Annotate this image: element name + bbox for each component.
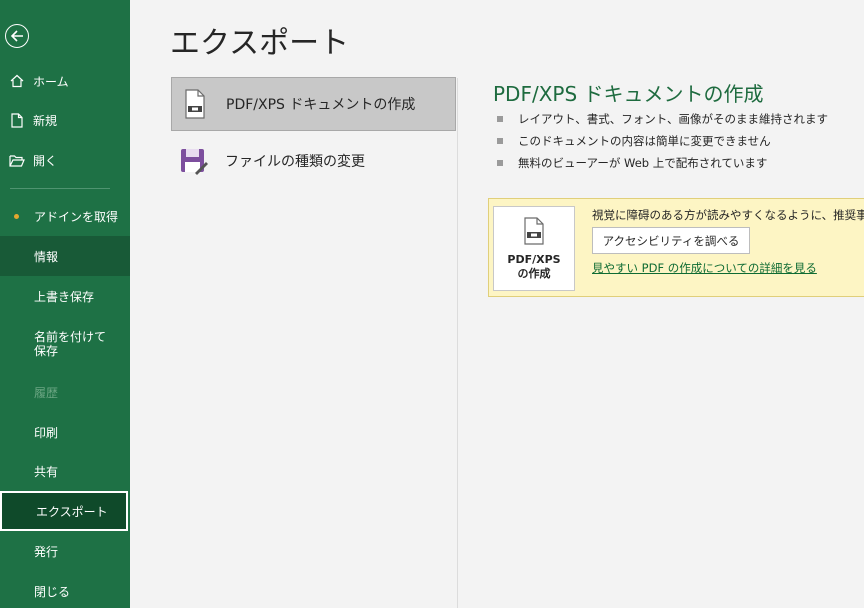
list-item: このドキュメントの内容は簡単に変更できません [497, 130, 828, 152]
button-line-1: PDF/XPS [507, 253, 561, 266]
nav-share-label: 共有 [34, 464, 59, 479]
nav-close-label: 閉じる [34, 584, 71, 599]
page-title: エクスポート [170, 26, 350, 61]
create-pdf-xps-button[interactable]: PDF/XPS の作成 [493, 206, 575, 291]
option-change-file-type[interactable]: ファイルの種類の変更 [171, 134, 456, 188]
nav-new[interactable]: 新規 [0, 100, 130, 140]
back-arrow-icon[interactable] [5, 24, 29, 48]
nav-publish[interactable]: 発行 [0, 531, 130, 571]
nav-save[interactable]: 上書き保存 [0, 276, 130, 316]
nav-info-label: 情報 [34, 249, 59, 264]
nav-save-as-label: 名前を付けて保存 [34, 330, 107, 358]
nav-home-label: ホーム [33, 74, 69, 89]
nav-save-as[interactable]: 名前を付けて保存 [0, 316, 130, 372]
nav-share[interactable]: 共有 [0, 451, 130, 491]
new-document-icon [9, 112, 25, 128]
check-accessibility-button[interactable]: アクセシビリティを調べる [592, 227, 750, 254]
detail-title: PDF/XPS ドキュメントの作成 [493, 82, 764, 106]
column-divider [457, 78, 458, 608]
save-as-type-icon [179, 146, 209, 176]
nav-publish-label: 発行 [34, 544, 59, 559]
bullet-square-icon [497, 160, 503, 166]
bullet-square-icon [497, 116, 503, 122]
open-folder-icon [9, 152, 25, 168]
nav-print-label: 印刷 [34, 425, 59, 440]
addins-bullet-icon [14, 213, 19, 219]
create-pdf-xps-button-label: PDF/XPS の作成 [507, 253, 560, 281]
nav-open[interactable]: 開く [0, 140, 130, 180]
pdf-document-icon [180, 89, 210, 119]
bullet-text: 無料のビューアーが Web 上で配布されています [518, 156, 768, 170]
option-create-pdf-xps-label: PDF/XPS ドキュメントの作成 [226, 97, 416, 113]
sidebar-divider [10, 188, 110, 189]
detail-bullet-list: レイアウト、書式、フォント、画像がそのまま維持されます このドキュメントの内容は… [497, 108, 828, 174]
option-create-pdf-xps[interactable]: PDF/XPS ドキュメントの作成 [171, 77, 456, 131]
nav-history-label: 履歴 [34, 385, 59, 400]
backstage-sidebar: ホーム 新規 開く アドインを取得 情報 上書き保存 名前を付けて保存 履歴 印… [0, 0, 130, 608]
nav-history: 履歴 [0, 372, 130, 412]
nav-export-label: エクスポート [36, 504, 108, 519]
accessibility-notice-text: 視覚に障碍のある方が読みやすくなるように、推奨事項が適 [592, 208, 864, 222]
bullet-text: このドキュメントの内容は簡単に変更できません [518, 134, 771, 148]
home-icon [9, 73, 25, 89]
accessible-pdf-help-link[interactable]: 見やすい PDF の作成についての詳細を見る [592, 260, 817, 276]
list-item: 無料のビューアーが Web 上で配布されています [497, 152, 828, 174]
nav-save-label: 上書き保存 [34, 289, 95, 304]
bullet-text: レイアウト、書式、フォント、画像がそのまま維持されます [518, 112, 829, 126]
nav-addins[interactable]: アドインを取得 [0, 196, 130, 236]
nav-addins-label: アドインを取得 [34, 209, 119, 224]
option-change-file-type-label: ファイルの種類の変更 [225, 154, 365, 170]
button-line-2: の作成 [517, 267, 551, 280]
nav-export[interactable]: エクスポート [0, 491, 128, 531]
nav-new-label: 新規 [33, 113, 58, 128]
list-item: レイアウト、書式、フォント、画像がそのまま維持されます [497, 108, 828, 130]
nav-info[interactable]: 情報 [0, 236, 130, 276]
nav-home[interactable]: ホーム [0, 61, 130, 101]
nav-close[interactable]: 閉じる [0, 571, 130, 608]
nav-print[interactable]: 印刷 [0, 412, 130, 452]
nav-open-label: 開く [33, 153, 58, 168]
bullet-square-icon [497, 138, 503, 144]
pdf-document-icon [523, 217, 545, 249]
